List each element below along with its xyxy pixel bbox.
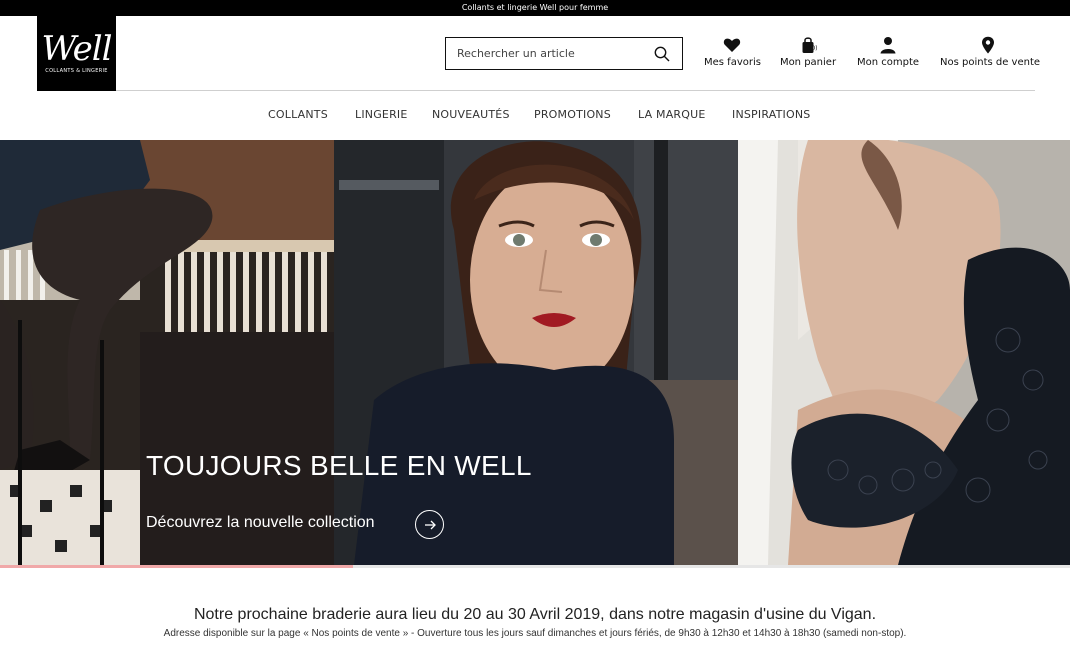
heart-icon [723,38,741,52]
search-input[interactable] [457,38,647,69]
promo-topbar: Collants et lingerie Well pour femme [0,0,1070,16]
cart-button[interactable]: (0) Mon panier [779,36,837,68]
account-button[interactable]: Mon compte [857,36,919,68]
location-pin-icon [982,36,994,54]
cart-label: Mon panier [779,57,837,68]
stores-button[interactable]: Nos points de vente [940,36,1041,68]
notice-headline: Notre prochaine braderie aura lieu du 20… [193,606,877,623]
hero-cta-link[interactable]: Découvrez la nouvelle collection [146,514,375,532]
account-label: Mon compte [857,57,920,68]
user-icon [880,37,896,54]
hero-image-portrait [334,140,738,565]
main-nav: COLLANTS LINGERIE NOUVEAUTÉS PROMOTIONS … [0,91,1070,139]
nav-item-inspirations[interactable]: INSPIRATIONS [732,108,810,121]
nav-item-lingerie[interactable]: LINGERIE [355,108,408,121]
hero-banner[interactable]: TOUJOURS BELLE EN WELL Découvrez la nouv… [0,140,1070,565]
nav-item-la-marque[interactable]: LA MARQUE [638,108,706,121]
favorites-label: Mes favoris [704,57,761,68]
cart-count-badge: (0) [809,45,818,52]
favorites-button[interactable]: Mes favoris [704,36,761,68]
hero-cta-button[interactable] [415,510,444,539]
search-icon[interactable] [654,46,670,62]
nav-item-promotions[interactable]: PROMOTIONS [534,108,611,121]
stores-label: Nos points de vente [940,57,1041,68]
search-box[interactable] [445,37,683,70]
slider-progress-bar [0,565,1070,568]
nav-item-nouveautes[interactable]: NOUVEAUTÉS [432,108,510,121]
arrow-right-circle-icon [425,520,436,530]
nav-item-collants[interactable]: COLLANTS [268,108,328,121]
slider-progress-fill [0,565,354,568]
hero-image-lingerie [738,140,1070,565]
hero-image-tights [0,140,334,565]
notice-details: Adresse disponible sur la page « Nos poi… [163,628,907,639]
brand-logo[interactable]: Well COLLANTS & LINGERIE [37,16,116,91]
logo-wordmark: Well [41,29,112,69]
hero-title: TOUJOURS BELLE EN WELL [146,450,532,481]
logo-tagline: COLLANTS & LINGERIE [45,68,108,74]
